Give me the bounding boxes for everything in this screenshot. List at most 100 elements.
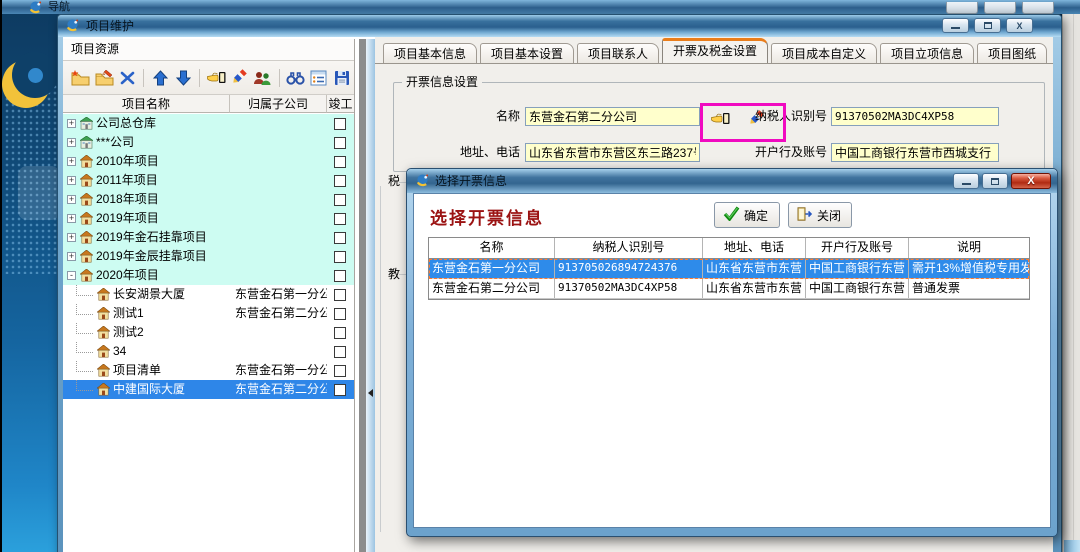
collapse-arrow-icon[interactable] (368, 389, 373, 397)
project-name: 公司总仓库 (96, 114, 156, 133)
invoice-column-header[interactable]: 纳税人识别号 (555, 238, 703, 258)
column-header-project-name[interactable]: 项目名称 (63, 95, 229, 113)
expand-icon[interactable]: + (67, 233, 76, 242)
finished-checkbox[interactable] (334, 365, 346, 377)
minimize-button[interactable] (942, 18, 969, 33)
invoice-column-header[interactable]: 地址、电话 (703, 238, 806, 258)
invoice-cell: 中国工商银行东营 (806, 279, 909, 298)
project-name: 长安湖景大厦 (113, 285, 185, 304)
finished-checkbox[interactable] (334, 194, 346, 206)
house-icon (80, 193, 93, 209)
checklist-icon[interactable] (307, 66, 330, 90)
column-header-subsidiary[interactable]: 归属子公司 (229, 95, 326, 113)
tree-row[interactable]: 长安湖景大厦东营金石第一分公司 (63, 285, 354, 304)
tree-row[interactable]: 测试2 (63, 323, 354, 342)
expand-icon[interactable]: + (67, 138, 76, 147)
delete-icon[interactable] (116, 66, 139, 90)
ok-button[interactable]: 确定 (714, 202, 780, 228)
desktop-right-strip (1062, 14, 1080, 552)
nav-panel-fragment (18, 166, 60, 220)
invoice-column-header[interactable]: 名称 (429, 238, 555, 258)
tab-0[interactable]: 项目基本信息 (383, 43, 477, 63)
invoice-row[interactable]: 东营金石第二分公司91370502MA3DC4XP58山东省东营市东营中国工商银… (429, 279, 1029, 299)
nav-maximize-button[interactable] (984, 2, 1016, 14)
bank-input[interactable] (831, 143, 999, 162)
annotation-highlight-box (700, 103, 786, 142)
panel-header: 项目资源 (63, 39, 354, 61)
finished-checkbox[interactable] (334, 327, 346, 339)
select-hand-icon[interactable] (204, 66, 227, 90)
nav-minimize-button[interactable] (946, 2, 978, 14)
expand-icon[interactable]: + (67, 195, 76, 204)
tab-2[interactable]: 项目联系人 (577, 43, 659, 63)
tree-row[interactable]: +2019年金辰挂靠项目 (63, 247, 354, 266)
tree-row[interactable]: + 公司总仓库 (63, 114, 354, 133)
finished-checkbox[interactable] (334, 175, 346, 187)
expand-icon[interactable]: + (67, 176, 76, 185)
tree-connector (76, 342, 93, 353)
move-down-icon[interactable] (172, 66, 195, 90)
project-name: 中建国际大厦 (113, 380, 185, 399)
eraser-icon[interactable] (228, 66, 251, 90)
tab-3[interactable]: 开票及税金设置 (662, 38, 768, 63)
users-icon[interactable] (251, 66, 274, 90)
invoice-row[interactable]: 东营金石第一分公司913705026894724376山东省东营市东营中国工商银… (429, 259, 1029, 279)
tab-4[interactable]: 项目成本自定义 (771, 43, 877, 63)
expand-icon[interactable]: + (67, 157, 76, 166)
dialog-titlebar[interactable]: 选择开票信息 X (407, 169, 1057, 193)
close-dialog-button[interactable]: 关闭 (788, 202, 852, 228)
tree-row[interactable]: 测试1东营金石第二分公司 (63, 304, 354, 323)
tree-row[interactable]: 项目清单东营金石第一分公司 (63, 361, 354, 380)
tree-row[interactable]: +2019年项目 (63, 209, 354, 228)
finished-checkbox[interactable] (334, 118, 346, 130)
dialog-maximize-button[interactable] (982, 173, 1008, 189)
tab-5[interactable]: 项目立项信息 (880, 43, 974, 63)
invoice-column-header[interactable]: 开户行及账号 (806, 238, 909, 258)
edit-folder-icon[interactable] (92, 66, 115, 90)
warehouse-icon (80, 136, 93, 152)
window-titlebar[interactable]: 项目维护 X (58, 15, 1061, 37)
tree-row[interactable]: +2019年金石挂靠项目 (63, 228, 354, 247)
tab-1[interactable]: 项目基本设置 (480, 43, 574, 63)
finished-checkbox[interactable] (334, 251, 346, 263)
tree-row[interactable]: +2011年项目 (63, 171, 354, 190)
finished-checkbox[interactable] (334, 308, 346, 320)
maximize-button[interactable] (974, 18, 1001, 33)
tree-row[interactable]: +2018年项目 (63, 190, 354, 209)
finished-checkbox[interactable] (334, 289, 346, 301)
tree-connector (76, 361, 93, 372)
new-folder-icon[interactable] (69, 66, 92, 90)
house-icon (97, 326, 110, 342)
tree-row[interactable]: +2010年项目 (63, 152, 354, 171)
save-icon[interactable] (331, 66, 354, 90)
column-header-finished[interactable]: 竣工 (326, 95, 354, 113)
tab-6[interactable]: 项目图纸 (977, 43, 1047, 63)
finished-checkbox[interactable] (334, 156, 346, 168)
tree-row[interactable]: 中建国际大厦东营金石第二分公司 (63, 380, 354, 399)
invoice-column-header[interactable]: 说明 (909, 238, 1029, 258)
dialog-close-button[interactable]: X (1011, 173, 1051, 189)
finished-checkbox[interactable] (334, 213, 346, 225)
finished-checkbox[interactable] (334, 232, 346, 244)
expand-icon[interactable]: + (67, 119, 76, 128)
tree-row[interactable]: 34 (63, 342, 354, 361)
dialog-minimize-button[interactable] (953, 173, 979, 189)
close-button[interactable]: X (1006, 18, 1033, 33)
nav-close-button[interactable] (1022, 2, 1054, 14)
address-input[interactable] (525, 143, 700, 162)
expand-icon[interactable]: + (67, 214, 76, 223)
project-resources-panel: 项目资源 项目名称 归属子公司 竣工 +公司总仓库+***公司+2010年项目+… (63, 39, 355, 552)
finished-checkbox[interactable] (334, 384, 346, 396)
tree-row[interactable]: +***公司 (63, 133, 354, 152)
taxid-input[interactable] (831, 107, 999, 126)
collapse-icon[interactable]: - (67, 271, 76, 280)
finished-checkbox[interactable] (334, 270, 346, 282)
house-icon (97, 288, 110, 304)
finished-checkbox[interactable] (334, 137, 346, 149)
move-up-icon[interactable] (148, 66, 171, 90)
finished-checkbox[interactable] (334, 346, 346, 358)
expand-icon[interactable]: + (67, 252, 76, 261)
tree-row[interactable]: -2020年项目 (63, 266, 354, 285)
find-icon[interactable] (284, 66, 307, 90)
name-input[interactable] (525, 107, 700, 126)
